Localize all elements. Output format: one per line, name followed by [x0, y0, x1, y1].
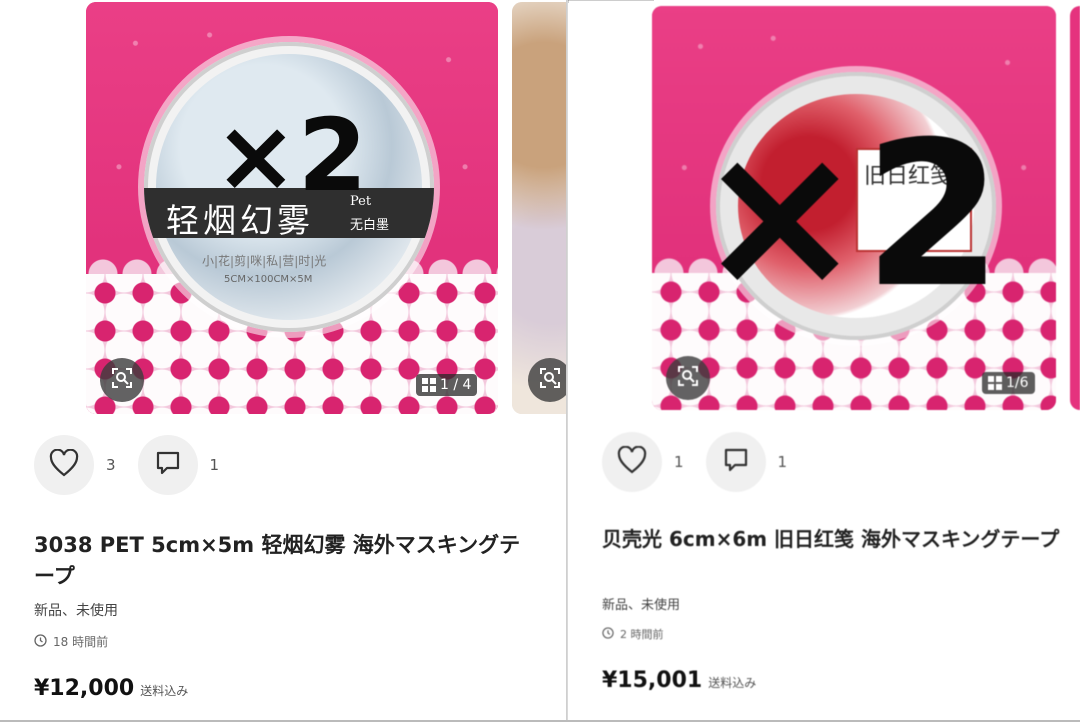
- image-counter-text: 1 / 4: [440, 377, 472, 393]
- comment-count: 1: [777, 453, 788, 471]
- lens-search-icon: [539, 367, 561, 393]
- lens-search-button-next[interactable]: [528, 358, 567, 402]
- clock-icon: [34, 633, 47, 650]
- listing-right: 旧日红笺 ×2 1/6 1 1 贝壳光 6cm×6m 旧日红笺 海外マスキングテ…: [568, 0, 1080, 722]
- image-counter-text: 1/6: [1006, 375, 1029, 391]
- image-counter: 1 / 4: [416, 374, 478, 396]
- clock-icon: [602, 626, 614, 642]
- posted-time-text: 18 時間前: [53, 635, 109, 649]
- grid-gallery-icon: [422, 378, 436, 392]
- comment-count: 1: [209, 456, 220, 474]
- price-row: ¥15,001 送料込み: [602, 668, 756, 693]
- lens-search-button[interactable]: [100, 358, 144, 402]
- grid-gallery-icon: [988, 376, 1002, 390]
- price-row: ¥12,000 送料込み: [34, 676, 188, 701]
- tape-size: 5CM×100CM×5M: [224, 274, 313, 285]
- product-photo-main[interactable]: 旧日红笺 ×2 1/6: [652, 6, 1056, 410]
- lens-search-button[interactable]: [666, 356, 710, 400]
- lens-search-icon: [111, 367, 133, 393]
- product-photo-next[interactable]: [1070, 6, 1080, 410]
- product-photo-next[interactable]: [512, 2, 567, 414]
- tape-tagline: 小|花|剪|咪|私|营|时|光: [202, 254, 327, 268]
- like-button[interactable]: [602, 432, 662, 492]
- price: ¥12,000: [34, 676, 135, 701]
- posted-time: 18 時間前: [34, 633, 108, 650]
- lens-search-icon: [677, 365, 699, 391]
- like-count: 3: [106, 456, 116, 474]
- posted-time: 2 時間前: [602, 626, 664, 642]
- posted-time-text: 2 時間前: [620, 628, 664, 641]
- price: ¥15,001: [602, 668, 703, 693]
- comment-icon: [155, 450, 181, 480]
- tape-subtitle-bottom: 无白墨: [350, 218, 390, 233]
- quantity-overlay: ×2: [214, 97, 368, 214]
- like-button[interactable]: [34, 435, 94, 495]
- engagement-bar: 1 1: [602, 432, 809, 492]
- heart-icon: [617, 445, 647, 478]
- engagement-bar: 3 1: [34, 435, 241, 495]
- listing-title[interactable]: 贝壳光 6cm×6m 旧日红笺 海外マスキングテープ: [602, 524, 1080, 554]
- listing-title[interactable]: 3038 PET 5cm×5m 轻烟幻雾 海外マスキングテープ: [34, 530, 534, 592]
- shipping-included: 送料込み: [708, 676, 757, 690]
- comment-button[interactable]: [705, 432, 766, 492]
- item-condition: 新品、未使用: [34, 603, 118, 619]
- quantity-overlay: ×2: [696, 99, 1003, 332]
- heart-icon: [49, 448, 79, 481]
- like-count: 1: [674, 453, 684, 471]
- shipping-included: 送料込み: [140, 684, 189, 698]
- listing-left: 轻烟幻雾 Pet 无白墨 小|花|剪|咪|私|营|时|光 5CM×100CM×5…: [0, 0, 567, 722]
- comment-icon: [723, 447, 749, 477]
- comment-button[interactable]: [137, 435, 198, 495]
- product-photo-main[interactable]: 轻烟幻雾 Pet 无白墨 小|花|剪|咪|私|营|时|光 5CM×100CM×5…: [86, 2, 498, 414]
- image-counter: 1/6: [982, 372, 1035, 394]
- item-condition: 新品、未使用: [602, 598, 681, 613]
